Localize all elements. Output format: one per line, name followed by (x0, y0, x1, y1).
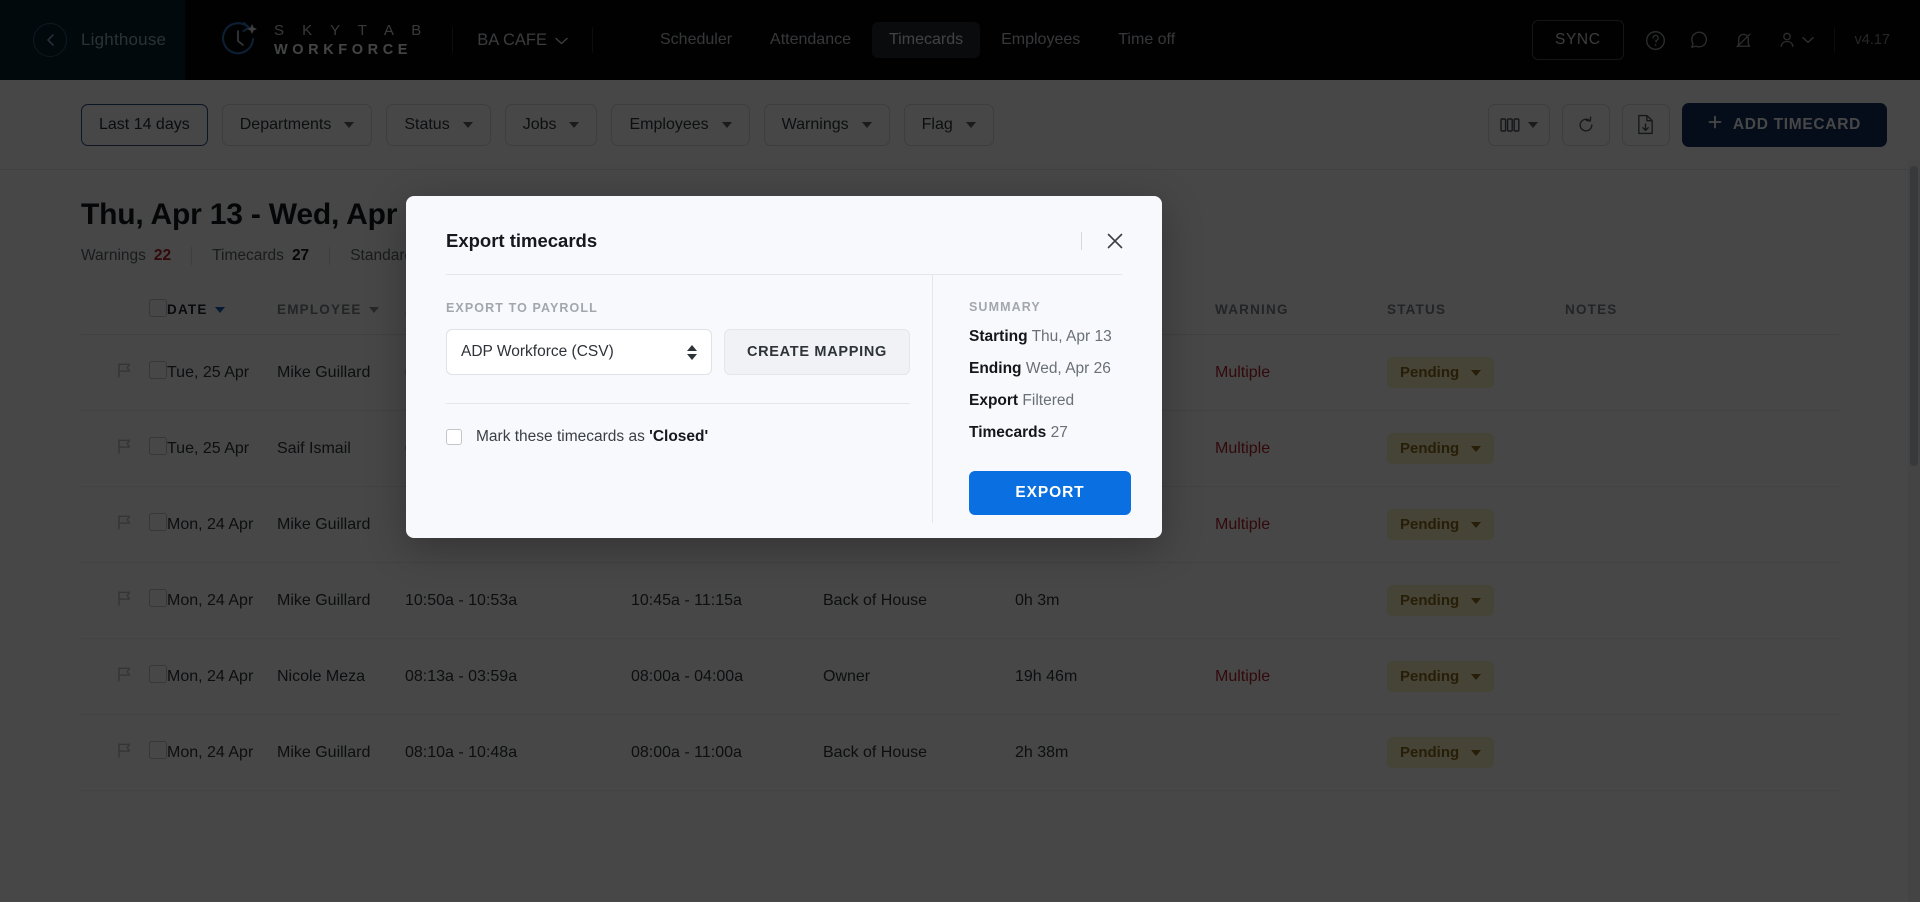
modal-header-divider (1081, 232, 1082, 250)
modal-title: Export timecards (446, 230, 597, 252)
mark-closed-row[interactable]: Mark these timecards as 'Closed' (446, 428, 910, 446)
summary-ending: Ending Wed, Apr 26 (969, 360, 1131, 378)
modal-summary-column: SUMMARY Starting Thu, Apr 13 Ending Wed,… (932, 275, 1131, 523)
summary-value: Wed, Apr 26 (1026, 360, 1111, 377)
export-to-payroll-label: EXPORT TO PAYROLL (446, 301, 910, 315)
summary-value: Filtered (1022, 392, 1074, 409)
summary-value: Thu, Apr 13 (1032, 328, 1112, 345)
export-button[interactable]: EXPORT (969, 471, 1131, 515)
summary-export: Export Filtered (969, 392, 1131, 410)
summary-label: Timecards (969, 424, 1046, 441)
summary-label: Export (969, 392, 1018, 409)
payroll-provider-select[interactable]: ADP Workforce (CSV) (446, 329, 712, 375)
mark-closed-label: Mark these timecards as 'Closed' (476, 428, 708, 446)
mark-closed-prefix: Mark these timecards as (476, 428, 649, 445)
summary-starting: Starting Thu, Apr 13 (969, 328, 1131, 346)
modal-left-column: EXPORT TO PAYROLL ADP Workforce (CSV) CR… (446, 275, 910, 523)
modal-header: Export timecards (406, 196, 1162, 252)
mark-closed-checkbox[interactable] (446, 429, 462, 445)
mark-closed-strong: 'Closed' (649, 428, 708, 445)
summary-value: 27 (1051, 424, 1068, 441)
summary-label: Starting (969, 328, 1028, 345)
modal-sub-divider (446, 403, 910, 404)
summary-title: SUMMARY (969, 300, 1131, 314)
modal-body: EXPORT TO PAYROLL ADP Workforce (CSV) CR… (406, 275, 1162, 523)
create-mapping-button[interactable]: CREATE MAPPING (724, 329, 910, 375)
summary-label: Ending (969, 360, 1022, 377)
export-timecards-modal: Export timecards EXPORT TO PAYROLL ADP W… (406, 196, 1162, 538)
summary-timecards: Timecards 27 (969, 424, 1131, 442)
payroll-provider-value: ADP Workforce (CSV) (461, 343, 614, 361)
spinner-arrows-icon (687, 345, 697, 360)
close-icon[interactable] (1104, 230, 1126, 252)
